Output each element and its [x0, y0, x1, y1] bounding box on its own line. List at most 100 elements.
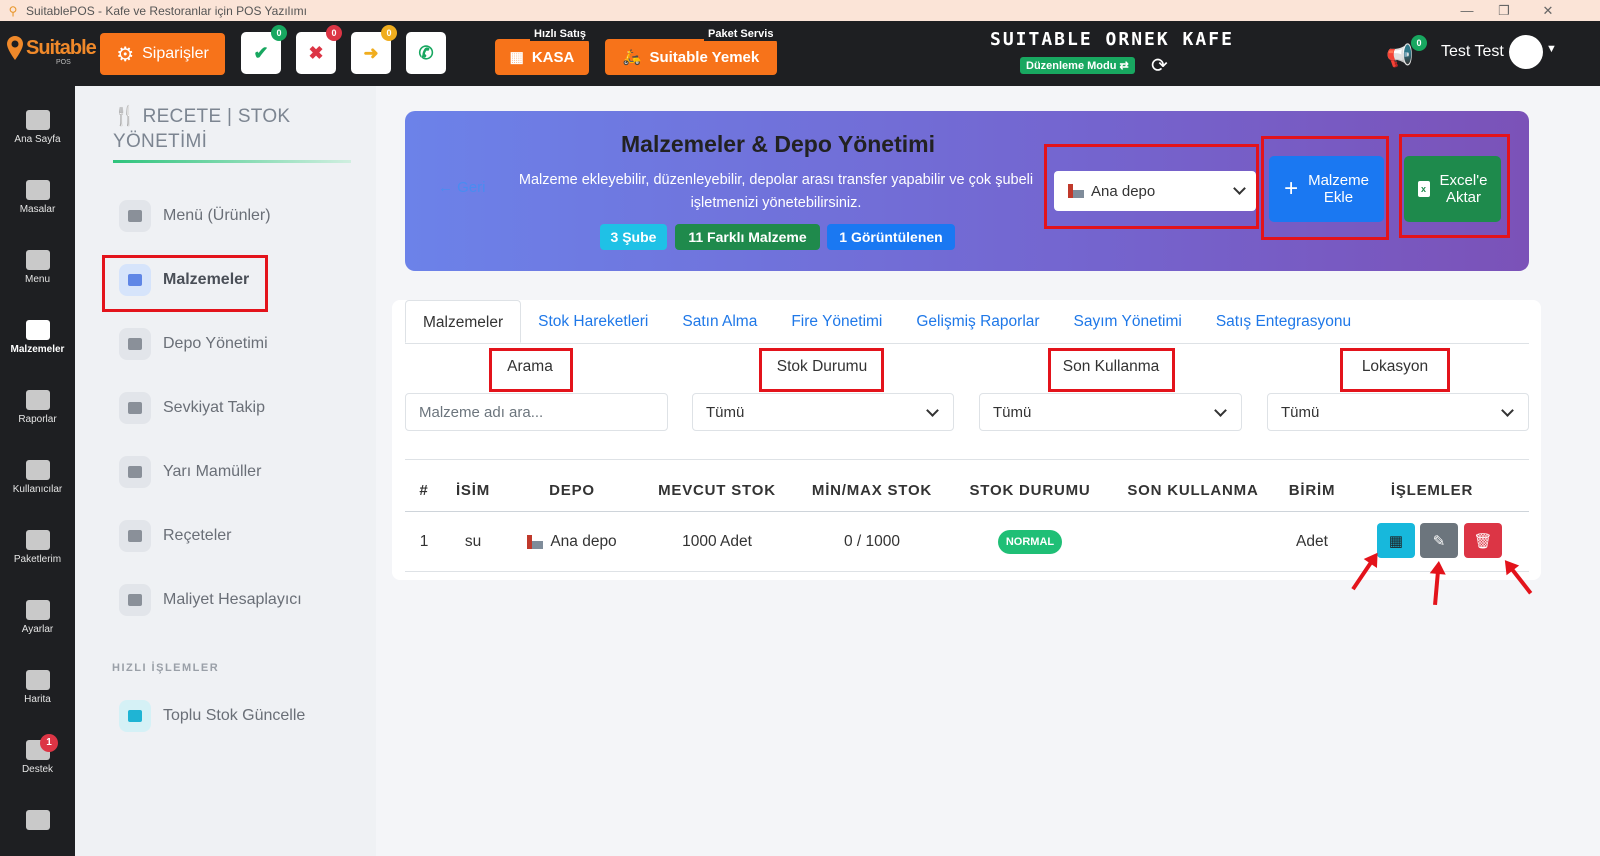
kasa-label: KASA: [531, 48, 575, 66]
chevron-down-icon: [926, 404, 939, 417]
phone-order-button[interactable]: ✆: [406, 32, 446, 74]
yemek-tag: Paket Servis: [704, 27, 778, 41]
tab-counting[interactable]: Sayım Yönetimi: [1057, 300, 1199, 343]
status-forward-button[interactable]: ➜ 0: [351, 25, 397, 74]
window-title: SuitablePOS - Kafe ve Restoranlar için P…: [26, 3, 308, 18]
sidebar-item-menu[interactable]: Menu: [0, 250, 75, 285]
chevron-down-icon[interactable]: ▼: [1546, 43, 1557, 55]
app-icon: ⚲: [8, 3, 18, 18]
subnav-item-cost-calculator[interactable]: Maliyet Hesaplayıcı: [119, 584, 302, 616]
sidebar-item-settings[interactable]: Ayarlar: [0, 600, 75, 635]
tab-materials[interactable]: Malzemeler: [405, 300, 522, 343]
sidebar-item-users[interactable]: Kullanıcılar: [0, 460, 75, 495]
sidebar-item-tables[interactable]: Masalar: [0, 180, 75, 215]
tab-sales-integration[interactable]: Satış Entegrasyonu: [1199, 300, 1368, 343]
visible-count-chip: 1 Görüntülenen: [827, 224, 955, 250]
highlight-box: [1399, 134, 1510, 238]
tab-advanced-reports[interactable]: Gelişmiş Raporlar: [899, 300, 1056, 343]
suitable-yemek-button[interactable]: 🛵 Suitable Yemek: [605, 39, 777, 75]
cash-register-icon: ▦: [509, 49, 524, 66]
expiry-select[interactable]: Tümü: [979, 393, 1242, 431]
report-icon: [25, 390, 50, 410]
kasa-button[interactable]: ▦ KASA: [495, 39, 589, 75]
sidebar-item-reports[interactable]: Raporlar: [0, 390, 75, 425]
clipboard-icon: [25, 320, 50, 340]
page-description: Malzeme ekleyebilir, düzenleyebilir, dep…: [518, 172, 1034, 211]
highlight-box: [102, 255, 268, 312]
tab-divider: [405, 343, 1529, 344]
quick-actions-label: HIZLI İŞLEMLER: [112, 662, 220, 674]
stock-status-select[interactable]: Tümü: [692, 393, 954, 431]
top-bar: Suitable POS ⚙ Siparişler ✔ 0 ✖ 0 ➜ 0 ✆ …: [0, 21, 1600, 86]
sidebar-item-packages[interactable]: Paketlerim: [0, 530, 75, 565]
user-name[interactable]: Test Test: [1441, 43, 1504, 61]
row-number: 1: [419, 533, 429, 550]
sidebar-item-materials[interactable]: Malzemeler: [0, 320, 75, 355]
minimize-button[interactable]: —: [1449, 0, 1485, 21]
close-button[interactable]: ✕: [1530, 0, 1566, 21]
status-accepted-button[interactable]: ✔ 0: [241, 25, 287, 74]
main-sidebar: Ana Sayfa Masalar Menu Malzemeler Raporl…: [0, 86, 75, 856]
sidebar-item-support[interactable]: Destek 1: [0, 734, 75, 775]
calculate-button[interactable]: ▦: [1377, 523, 1415, 558]
subnav-item-semi-products[interactable]: Yarı Mamüller: [119, 456, 261, 488]
tab-purchasing[interactable]: Satın Alma: [665, 300, 774, 343]
col-header-current-stock: MEVCUT STOK: [658, 482, 776, 499]
back-link[interactable]: ← Geri: [438, 179, 486, 196]
boxes-icon: [119, 456, 151, 488]
subnav-item-bulk-stock-update[interactable]: Toplu Stok Güncelle: [119, 700, 305, 732]
row-unit: Adet: [1296, 533, 1328, 550]
table-top-border: [405, 459, 1529, 460]
megaphone-icon[interactable]: 📢: [1386, 43, 1413, 69]
subnav-item-depot[interactable]: Depo Yönetimi: [119, 328, 268, 360]
tab-stock-movements[interactable]: Stok Hareketleri: [521, 300, 665, 343]
stock-status-badge: NORMAL: [998, 530, 1062, 554]
count-badge: 0: [381, 25, 397, 41]
avatar[interactable]: [1509, 35, 1543, 69]
trash-icon: 🗑: [1473, 532, 1493, 550]
highlight-box: [759, 348, 884, 392]
home-icon: [25, 110, 50, 130]
status-rejected-button[interactable]: ✖ 0: [296, 25, 342, 74]
sidebar-item-home[interactable]: Ana Sayfa: [0, 110, 75, 145]
money-icon: [25, 810, 50, 830]
location-select[interactable]: Tümü: [1267, 393, 1529, 431]
row-name: su: [464, 533, 482, 550]
subnav-item-shipment[interactable]: Sevkiyat Takip: [119, 392, 265, 424]
orders-label: Siparişler: [142, 45, 209, 62]
search-input[interactable]: Malzeme adı ara...: [405, 393, 668, 431]
orders-button[interactable]: ⚙ Siparişler: [100, 33, 225, 75]
edit-mode-badge[interactable]: Düzenleme Modu ⇄: [1020, 57, 1135, 74]
subnav-divider: [113, 160, 351, 163]
kasa-tag: Hızlı Satış: [530, 27, 590, 41]
tab-waste[interactable]: Fire Yönetimi: [774, 300, 899, 343]
branch-count-chip: 3 Şube: [600, 224, 667, 250]
tab-bar: Malzemeler Stok Hareketleri Satın Alma F…: [405, 300, 1368, 343]
utensils-icon: 🍴: [113, 106, 137, 127]
sync-icon: [119, 700, 151, 732]
main-content: ← Geri Malzemeler & Depo Yönetimi Malzem…: [376, 86, 1600, 856]
subnav-item-recipes[interactable]: Reçeteler: [119, 520, 231, 552]
refresh-icon[interactable]: ⟳: [1151, 53, 1168, 78]
table-bottom-border: [405, 571, 1529, 572]
support-badge: 1: [40, 734, 58, 752]
chevron-down-icon: [1501, 404, 1514, 417]
arrow-right-icon: ➜: [363, 42, 379, 63]
maximize-button[interactable]: ❐: [1486, 0, 1522, 21]
col-header-depot: DEPO: [549, 482, 595, 499]
delete-button[interactable]: 🗑: [1464, 523, 1502, 558]
sidebar-item-map[interactable]: Harita: [0, 670, 75, 705]
sidebar-item-cash[interactable]: [0, 810, 75, 834]
edit-button[interactable]: ✎: [1420, 523, 1458, 558]
check-icon: ✔: [253, 42, 269, 63]
subnav-item-menu-products[interactable]: Menü (Ürünler): [119, 200, 271, 232]
highlight-box: [1048, 348, 1175, 392]
logo[interactable]: Suitable POS: [6, 35, 97, 66]
window-titlebar: ⚲ SuitablePOS - Kafe ve Restoranlar için…: [0, 0, 1600, 21]
material-count-chip: 11 Farklı Malzeme: [675, 224, 820, 250]
map-pin-icon: [7, 36, 23, 60]
phone-icon: ✆: [418, 42, 434, 63]
factory-icon: [527, 535, 544, 549]
edit-icon: ✎: [1432, 532, 1446, 550]
gift-icon: [25, 530, 50, 550]
